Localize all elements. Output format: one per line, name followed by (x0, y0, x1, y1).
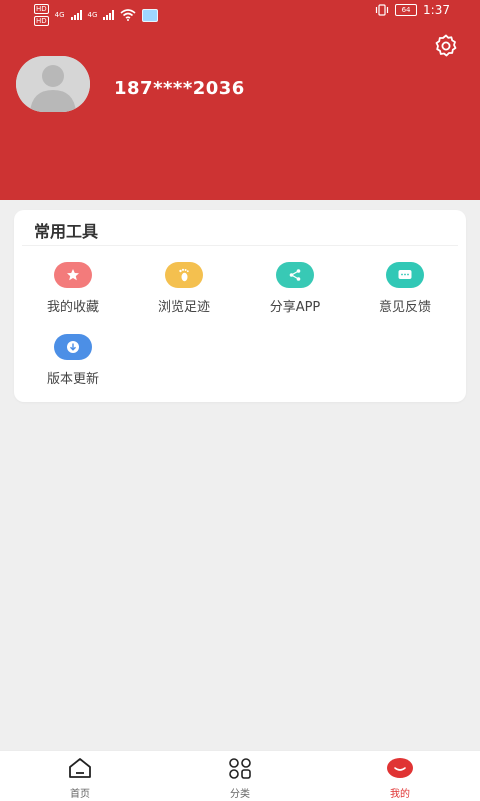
tool-favorites[interactable]: 我的收藏 (28, 262, 118, 322)
hd-indicators: HD HD (34, 4, 49, 26)
user-phone: 187****2036 (114, 78, 245, 99)
settings-button[interactable] (432, 32, 460, 60)
network-label: 4G (87, 11, 98, 19)
status-bar: HD HD 4G 4G 64 1:37 (0, 0, 480, 26)
tab-label: 我的 (390, 789, 410, 800)
tool-update[interactable]: 版本更新 (28, 334, 118, 394)
battery-icon: 64 (395, 4, 418, 16)
tab-label: 分类 (230, 789, 250, 800)
tool-label: 版本更新 (46, 372, 99, 387)
bottom-tab-bar: 首页 分类 我的 (0, 750, 480, 801)
footprint-icon (165, 262, 203, 288)
profile-header: HD HD 4G 4G 64 1:37 187****2036 (0, 0, 480, 200)
category-icon (229, 758, 251, 779)
feedback-icon (386, 262, 424, 288)
home-icon (69, 758, 91, 778)
network-label: 4G (54, 11, 65, 19)
tools-card: 常用工具 我的收藏 浏览足迹 分享APP 意见反馈 版本更新 (14, 210, 466, 402)
tab-category[interactable]: 分类 (190, 757, 290, 801)
tools-title: 常用工具 (34, 222, 99, 241)
tool-history[interactable]: 浏览足迹 (139, 262, 229, 322)
tool-label: 意见反馈 (378, 300, 431, 315)
divider (22, 245, 458, 246)
tool-share[interactable]: 分享APP (250, 262, 340, 322)
tab-profile[interactable]: 我的 (350, 757, 450, 801)
tool-label: 浏览足迹 (157, 300, 210, 315)
share-icon (276, 262, 314, 288)
tool-label: 我的收藏 (46, 300, 99, 315)
tab-home[interactable]: 首页 (30, 757, 130, 801)
hd-badge: HD (34, 16, 49, 26)
tool-feedback[interactable]: 意见反馈 (360, 262, 450, 322)
status-left: HD HD 4G 4G (34, 4, 159, 26)
tab-label: 首页 (70, 789, 90, 800)
wifi-icon (120, 9, 136, 21)
default-user-icon (16, 56, 90, 112)
star-icon (54, 262, 92, 288)
signal-icon (103, 10, 115, 20)
vibrate-icon (375, 4, 389, 16)
profile-icon (387, 758, 413, 778)
gear-icon (435, 34, 457, 57)
download-icon (54, 334, 92, 360)
tool-label: 分享APP (269, 300, 321, 315)
hd-badge: HD (34, 4, 49, 14)
avatar[interactable] (16, 56, 90, 112)
status-right: 64 1:37 (375, 3, 450, 17)
clock: 1:37 (423, 3, 450, 17)
signal-icon (70, 10, 82, 20)
app-notification-icon (142, 8, 159, 22)
